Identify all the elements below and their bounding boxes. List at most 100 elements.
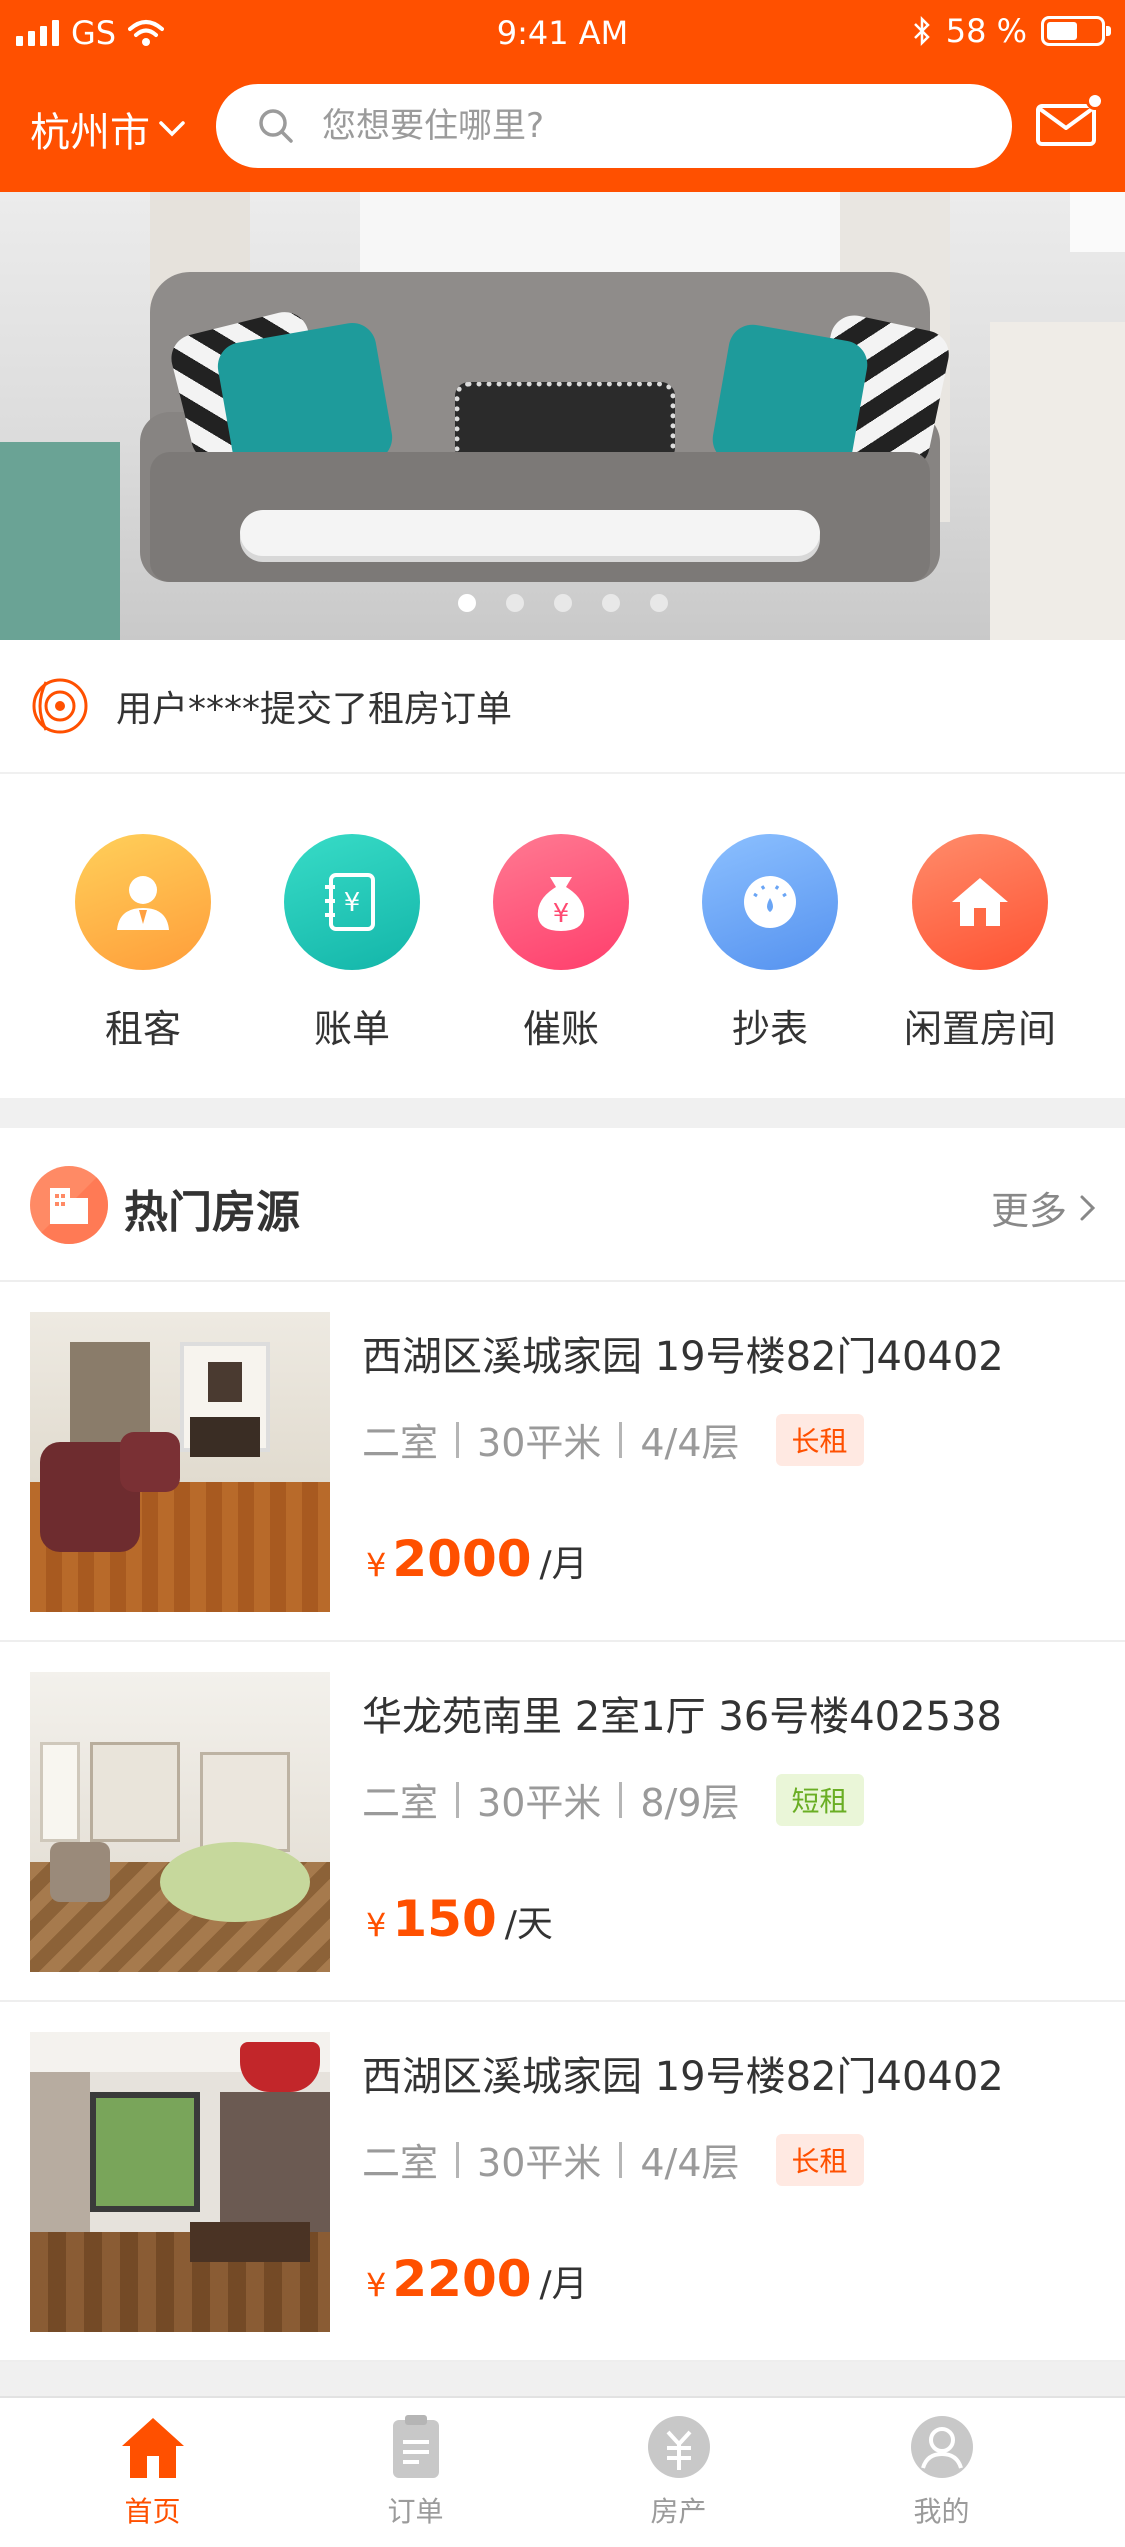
quick-nav: 租客 ¥ 账单 ¥ 催账 抄表 闲置房间 — [0, 776, 1125, 1098]
quick-nav-meter[interactable]: 抄表 — [665, 834, 875, 1053]
listing-title: 西湖区溪城家园 19号楼82门40402 — [362, 1334, 1004, 1380]
tenant-icon — [75, 834, 211, 970]
chevron-right-icon — [1080, 1195, 1096, 1220]
section-title: 热门房源 — [124, 1187, 300, 1238]
rent-type-badge: 长租 — [775, 1413, 864, 1466]
rent-type-badge: 短租 — [775, 1773, 864, 1826]
listing-area: 30平米 — [477, 1421, 602, 1465]
listing-thumbnail — [30, 1312, 330, 1612]
listing-rooms: 二室 — [362, 1421, 439, 1465]
currency-symbol: ¥ — [366, 2266, 387, 2304]
bluetooth-icon — [913, 15, 930, 47]
header: GS 9:41 AM 58 % 杭州市 — [0, 0, 1125, 192]
profile-icon — [910, 2416, 973, 2478]
tab-label: 我的 — [913, 2495, 970, 2528]
listing-price: ¥ 2200 /月 — [366, 2250, 588, 2308]
quick-nav-label: 账单 — [313, 1007, 390, 1051]
meter-icon — [702, 834, 838, 970]
banner-carousel[interactable] — [0, 192, 1125, 640]
city-label: 杭州市 — [30, 110, 150, 156]
quick-nav-bill[interactable]: ¥ 账单 — [247, 834, 457, 1053]
svg-text:¥: ¥ — [553, 899, 570, 929]
listing-thumbnail — [30, 2032, 330, 2332]
listing-floor: 8/9层 — [640, 1781, 740, 1825]
battery-percent: 58 % — [945, 12, 1027, 50]
currency-symbol: ¥ — [366, 1906, 387, 1944]
listing-floor: 4/4层 — [640, 1421, 740, 1465]
notice-bar[interactable]: 用户****提交了租房订单 — [0, 640, 1125, 774]
carousel-dot[interactable] — [649, 594, 668, 612]
tab-orders[interactable]: 订单 — [284, 2412, 547, 2530]
money-bag-icon: ¥ — [493, 834, 629, 970]
tab-bar: 首页 订单 房产 我的 — [0, 2396, 1125, 2547]
status-bar: GS 9:41 AM 58 % — [0, 0, 1125, 66]
divider — [456, 1421, 460, 1458]
quick-nav-collect[interactable]: ¥ 催账 — [456, 834, 666, 1053]
quick-nav-label: 闲置房间 — [903, 1007, 1056, 1051]
divider — [619, 1781, 623, 1818]
quick-nav-vacant[interactable]: 闲置房间 — [875, 834, 1085, 1053]
search-input[interactable] — [322, 106, 922, 146]
price-unit: /月 — [539, 1544, 588, 1585]
notice-text: 用户****提交了租房订单 — [116, 689, 513, 730]
listing-price: ¥ 2000 /月 — [366, 1530, 588, 1588]
quick-nav-tenant[interactable]: 租客 — [38, 834, 248, 1053]
building-icon — [30, 1166, 108, 1244]
carousel-dot[interactable] — [505, 594, 524, 612]
listing-meta: 二室 30平米 8/9层 短租 — [362, 1772, 864, 1827]
order-icon — [392, 2415, 439, 2478]
currency-symbol: ¥ — [366, 1546, 387, 1584]
chevron-down-icon — [159, 121, 185, 137]
listing-title: 西湖区溪城家园 19号楼82门40402 — [362, 2054, 1004, 2100]
quick-nav-label: 租客 — [104, 1007, 181, 1051]
price-amount: 150 — [392, 1890, 497, 1948]
listing-area: 30平米 — [477, 1781, 602, 1825]
quick-nav-label: 抄表 — [731, 1007, 808, 1051]
carousel-dot[interactable] — [601, 594, 620, 612]
divider — [619, 2141, 623, 2178]
listing-title: 华龙苑南里 2室1厅 36号楼402538 — [362, 1694, 1002, 1740]
more-link[interactable]: 更多 — [991, 1180, 1097, 1235]
tab-label: 房产 — [650, 2495, 707, 2528]
divider — [456, 2141, 460, 2178]
price-unit: /月 — [539, 2264, 588, 2305]
divider — [619, 1421, 623, 1458]
tab-profile[interactable]: 我的 — [810, 2412, 1073, 2530]
bill-icon: ¥ — [284, 834, 420, 970]
search-bar[interactable] — [216, 84, 1012, 168]
listing-thumbnail — [30, 1672, 330, 1972]
listing-price: ¥ 150 /天 — [366, 1890, 553, 1948]
more-label: 更多 — [990, 1189, 1067, 1233]
section-divider — [0, 2362, 1125, 2398]
listing-rooms: 二室 — [362, 2141, 439, 2185]
carousel-indicators — [0, 594, 1125, 612]
listing-rooms: 二室 — [362, 1781, 439, 1825]
house-icon — [912, 834, 1048, 970]
tab-property[interactable]: 房产 — [547, 2412, 810, 2530]
section-divider — [0, 1098, 1125, 1128]
speaker-icon — [32, 678, 88, 734]
carousel-dot[interactable] — [457, 594, 476, 612]
listing-meta: 二室 30平米 4/4层 长租 — [362, 1412, 864, 1467]
listing-card[interactable]: 西湖区溪城家园 19号楼82门40402 二室 30平米 4/4层 长租 ¥ 2… — [0, 2002, 1125, 2362]
listing-area: 30平米 — [477, 2141, 602, 2185]
property-icon — [647, 2416, 710, 2478]
tab-home[interactable]: 首页 — [21, 2412, 284, 2530]
divider — [456, 1781, 460, 1818]
listing-card[interactable]: 华龙苑南里 2室1厅 36号楼402538 二室 30平米 8/9层 短租 ¥ … — [0, 1642, 1125, 2002]
rent-type-badge: 长租 — [775, 2133, 864, 2186]
battery-icon — [1041, 16, 1111, 46]
listing-floor: 4/4层 — [640, 2141, 740, 2185]
price-amount: 2200 — [392, 2250, 532, 2308]
tab-label: 订单 — [387, 2495, 444, 2528]
price-unit: /天 — [504, 1904, 553, 1945]
search-icon — [259, 109, 293, 143]
listing-card[interactable]: 西湖区溪城家园 19号楼82门40402 二室 30平米 4/4层 长租 ¥ 2… — [0, 1282, 1125, 1642]
svg-text:¥: ¥ — [344, 888, 361, 918]
listing-meta: 二室 30平米 4/4层 长租 — [362, 2132, 864, 2187]
price-amount: 2000 — [392, 1530, 532, 1588]
city-selector[interactable]: 杭州市 — [30, 100, 186, 158]
coffee-table — [240, 510, 820, 556]
tab-label: 首页 — [124, 2495, 181, 2528]
carousel-dot[interactable] — [553, 594, 572, 612]
